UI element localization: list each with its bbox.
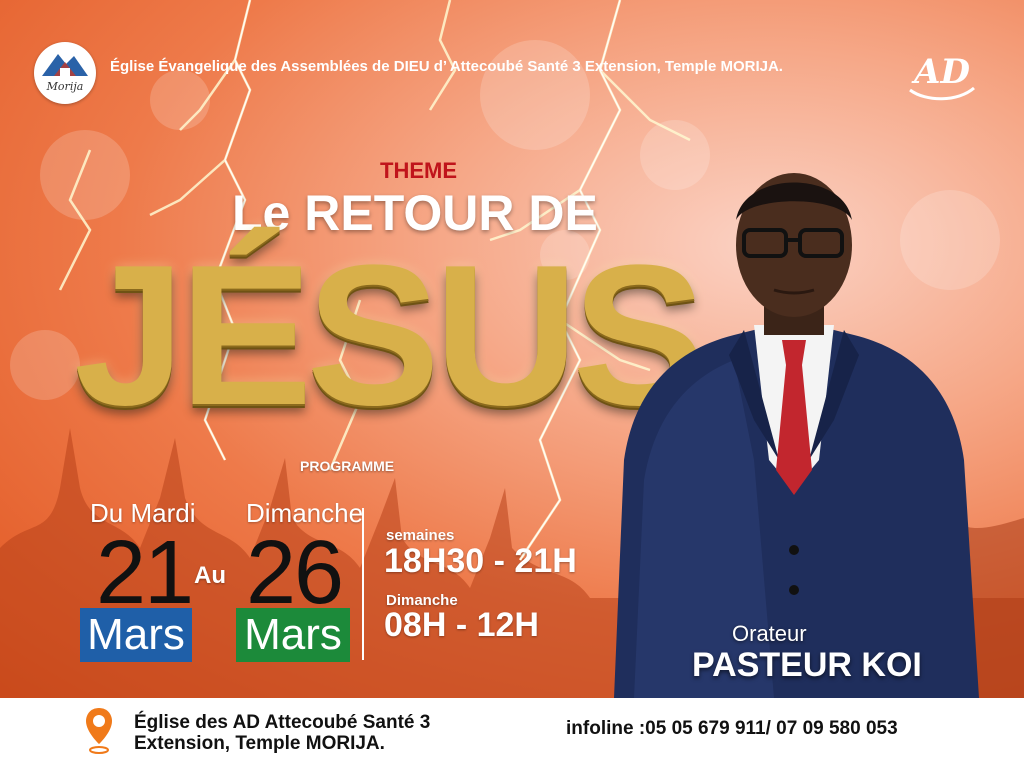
speaker-name: PASTEUR KOI — [692, 646, 922, 684]
speaker-role: Orateur — [732, 621, 807, 646]
address-line-2: Extension, Temple MORIJA. — [134, 733, 385, 754]
programme-label: PROGRAMME — [300, 458, 395, 474]
start-month: Mars — [80, 608, 192, 662]
church-name: Église Évangelique des Assemblées de DIE… — [110, 58, 783, 75]
sunday-time: 08H - 12H — [384, 606, 539, 644]
ad-logo: AD — [906, 48, 978, 104]
end-day: 26 — [246, 523, 344, 623]
start-day: 21 — [96, 523, 194, 623]
theme-label: THEME — [380, 158, 457, 183]
location-pin-icon — [86, 708, 112, 754]
address: Église des AD Attecoubé Santé 3 Extensio… — [134, 712, 430, 754]
event-poster: Morija Église Évangelique des Assemblées… — [0, 0, 1024, 698]
speaker-photo — [614, 173, 979, 698]
address-line-1: Église des AD Attecoubé Santé 3 — [134, 712, 431, 733]
morija-logo: Morija — [34, 42, 96, 104]
end-month: Mars — [236, 608, 350, 662]
infoline: infoline :05 05 679 911/ 07 09 580 053 — [566, 718, 898, 739]
swoosh-icon — [909, 86, 975, 101]
footer-bar: Église des AD Attecoubé Santé 3 Extensio… — [0, 698, 1024, 768]
logo-left-label: Morija — [46, 80, 84, 93]
date-connector: Au — [194, 562, 226, 589]
mountain-icon — [42, 54, 88, 76]
divider — [362, 508, 364, 660]
weekdays-time: 18H30 - 21H — [384, 542, 577, 580]
